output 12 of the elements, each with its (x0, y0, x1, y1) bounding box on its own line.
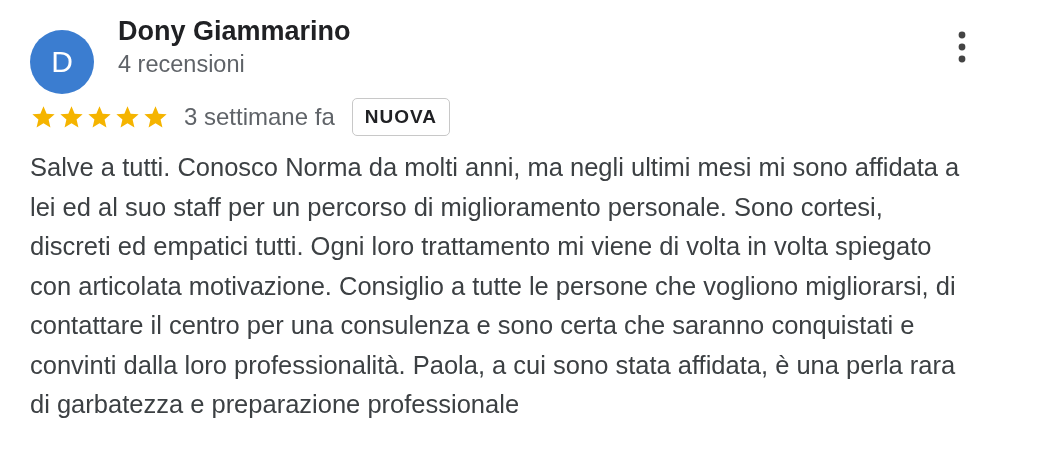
more-options-icon[interactable] (957, 30, 967, 64)
new-badge: NUOVA (351, 98, 450, 136)
review-count: 4 recensioni (118, 51, 246, 78)
star-icon (30, 104, 57, 130)
avatar: D (30, 30, 94, 94)
star-icon (58, 104, 85, 130)
star-icon (114, 104, 141, 130)
star-icon (142, 104, 169, 130)
star-icon (86, 104, 113, 130)
review-text: Salve a tutti. Conosco Norma da molti anni, ma negli ultimi mesi mi sono affidata a lei ed al suo staff per un percorso di miglioramento personale. Sono cortesi, discreti ed empatici tutti. Ogni loro trattamento mi viene di volta in volta spiegato con articolata motivazione. Consiglio a tutte le persone che vogliono migliorarsi, di contattare il centro per una consulenza e sono certa che saranno conquistati e convinti dalla loro professionalità. Paola, a cui sono stata affidata, è una perla rara di garbatezza e preparazione professionale (30, 152, 961, 420)
review-time: 3 settimane fa (184, 103, 335, 131)
author-name: Dony Giammarino (118, 16, 352, 47)
